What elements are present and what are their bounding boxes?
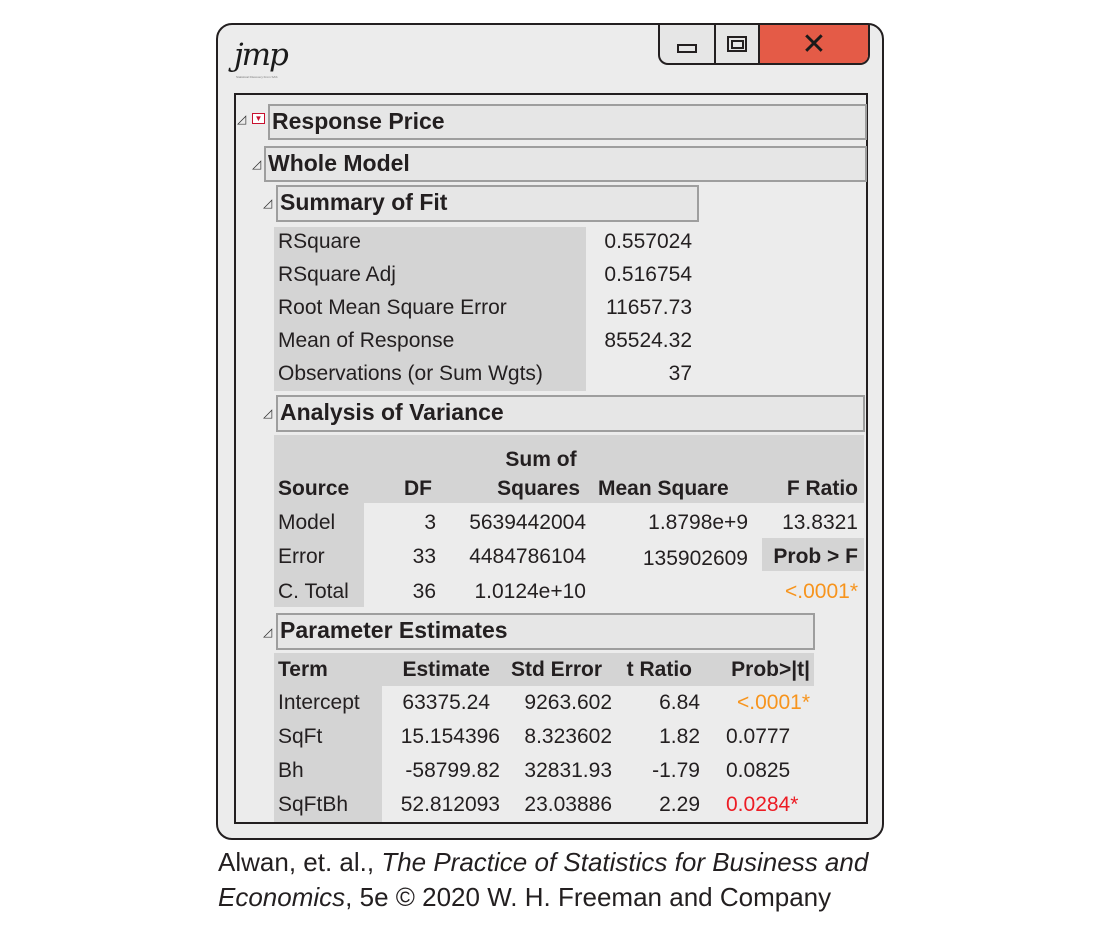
summary-value: 37 [668, 362, 692, 385]
param-tratio: 2.29 [659, 793, 700, 816]
anova-header-f: F Ratio [786, 477, 858, 500]
red-triangle-menu-icon[interactable]: ▼ [252, 113, 265, 124]
param-prob: 0.0777 [726, 725, 791, 748]
param-tratio: -1.79 [652, 759, 700, 782]
param-stderr: 8.323602 [524, 725, 612, 748]
param-stderr: 23.03886 [524, 793, 612, 816]
anova-ms: 135902609 [642, 547, 748, 570]
disclosure-triangle-icon[interactable]: ◿ [263, 625, 272, 639]
anova-ss: 1.0124e+10 [474, 580, 586, 603]
figure-caption: Alwan, et. al., The Practice of Statisti… [218, 845, 868, 915]
disclosure-triangle-icon[interactable]: ◿ [237, 112, 246, 126]
caption-book-title: The Practice of Statistics for Business … [381, 847, 869, 877]
summary-value: 0.516754 [604, 263, 692, 286]
param-tratio: 1.82 [659, 725, 700, 748]
report-content: ◿ ▼ Response Price ◿ Whole Model ◿ Summa… [234, 93, 868, 824]
param-tratio: 6.84 [659, 691, 700, 714]
caption-authors: Alwan, et. al., [218, 847, 382, 877]
param-header-estimate: Estimate [402, 658, 490, 681]
param-stderr: 9263.602 [524, 691, 612, 714]
param-header-prob: Prob>|t| [731, 658, 810, 681]
param-stderr: 32831.93 [524, 759, 612, 782]
anova-header-ss-top: Sum of [505, 448, 577, 471]
summary-label: Root Mean Square Error [278, 296, 507, 319]
caption-line-1: Alwan, et. al., The Practice of Statisti… [218, 845, 868, 880]
param-term: Intercept [278, 691, 360, 714]
whole-model-title[interactable]: Whole Model [268, 150, 410, 177]
param-prob: 0.0825 [726, 759, 791, 782]
summary-label: Observations (or Sum Wgts) [278, 362, 543, 385]
parameter-estimates-title[interactable]: Parameter Estimates [280, 617, 508, 644]
summary-value: 11657.73 [605, 296, 692, 319]
jmp-report-window: jmp Statistical Discovery From SAS ✕ ◿ ▼… [216, 23, 884, 840]
close-button[interactable]: ✕ [760, 25, 868, 63]
anova-header-source: Source [278, 477, 350, 500]
anova-source: C. Total [278, 580, 349, 603]
caption-publisher: , 5e © 2020 W. H. Freeman and Company [345, 882, 832, 912]
param-header-stderr: Std Error [510, 658, 602, 681]
param-prob: 0.0284* [726, 793, 799, 816]
anova-source: Model [278, 511, 336, 534]
anova-header-df: DF [404, 477, 432, 500]
param-estimate: 15.154396 [400, 725, 500, 748]
anova-df: 3 [424, 511, 436, 534]
anova-header-ss-bottom: Squares [497, 477, 580, 500]
maximize-icon [727, 36, 747, 52]
summary-label: RSquare Adj [278, 263, 396, 286]
param-term: SqFt [278, 725, 323, 748]
anova-prob-f-label: Prob > F [773, 545, 858, 568]
disclosure-triangle-icon[interactable]: ◿ [263, 196, 272, 210]
param-estimate: 63375.24 [402, 691, 490, 714]
minimize-icon [677, 43, 697, 53]
param-estimate: -58799.82 [405, 759, 500, 782]
summary-label: RSquare [278, 230, 361, 253]
jmp-logo: jmp [234, 37, 289, 73]
summary-value: 0.557024 [604, 230, 692, 253]
anova-ss: 5639442004 [469, 511, 586, 534]
anova-ms: 1.8798e+9 [648, 511, 748, 534]
anova-df: 33 [412, 545, 436, 568]
window-controls: ✕ [658, 25, 870, 65]
summary-value: 85524.32 [604, 329, 692, 352]
close-icon: ✕ [801, 27, 827, 61]
param-estimate: 52.812093 [400, 793, 500, 816]
param-header-tratio: t Ratio [626, 658, 692, 681]
disclosure-triangle-icon[interactable]: ◿ [252, 157, 261, 171]
anova-source: Error [278, 545, 325, 568]
param-prob: <.0001* [737, 691, 810, 714]
caption-line-2: Economics, 5e © 2020 W. H. Freeman and C… [218, 880, 868, 915]
anova-title[interactable]: Analysis of Variance [280, 399, 504, 426]
disclosure-triangle-icon[interactable]: ◿ [263, 406, 272, 420]
anova-f: 13.8321 [782, 511, 858, 534]
summary-label: Mean of Response [278, 329, 455, 352]
anova-prob-f-value: <.0001* [785, 580, 858, 603]
anova-df: 36 [412, 580, 436, 603]
param-header-term: Term [278, 658, 328, 681]
minimize-button[interactable] [660, 25, 716, 63]
jmp-logo-tagline: Statistical Discovery From SAS [236, 75, 278, 79]
summary-of-fit-title[interactable]: Summary of Fit [280, 189, 447, 216]
response-title[interactable]: Response Price [272, 108, 445, 135]
caption-book-title-end: Economics [218, 882, 346, 912]
param-term: SqFtBh [278, 793, 349, 816]
anova-ss: 4484786104 [469, 545, 586, 568]
param-term: Bh [278, 759, 304, 782]
maximize-button[interactable] [716, 25, 760, 63]
anova-header-ms: Mean Square [598, 477, 729, 500]
